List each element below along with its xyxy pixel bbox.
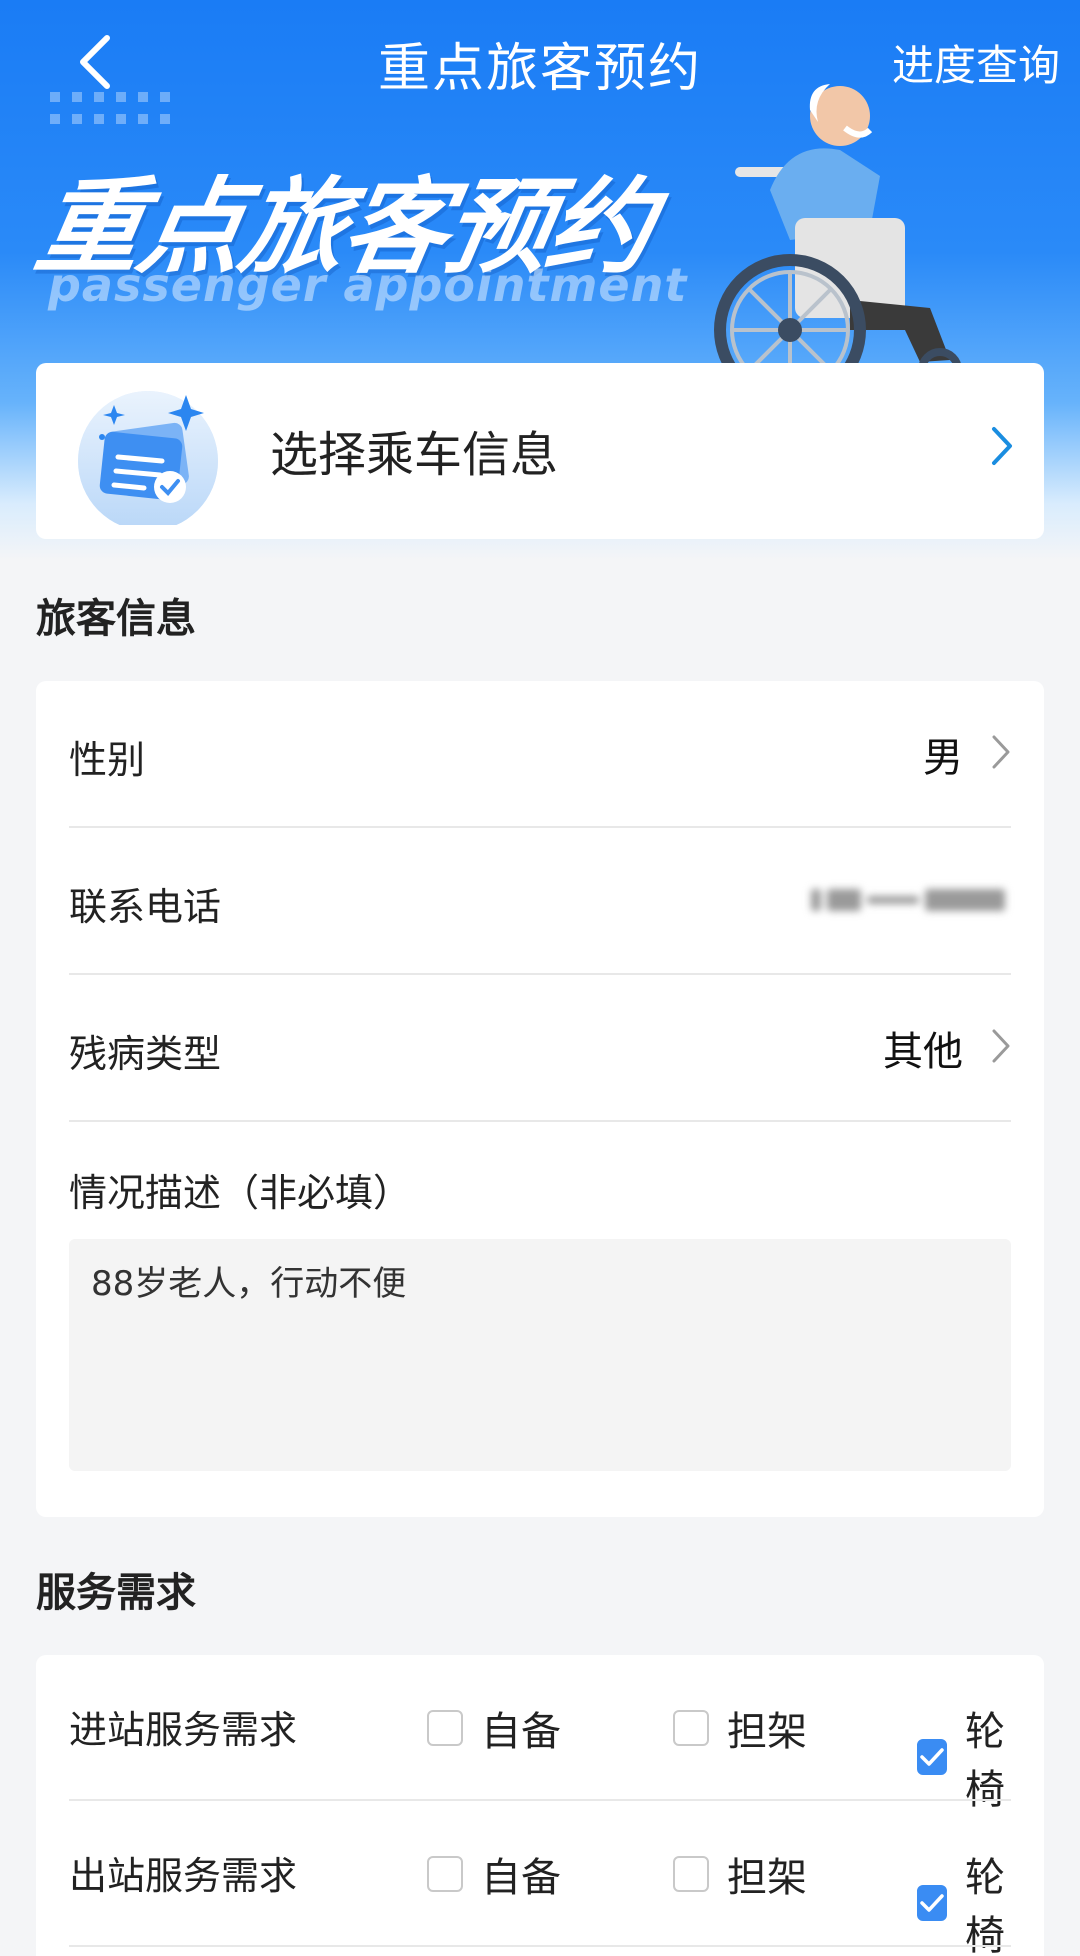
option-label: 担架: [727, 1855, 807, 1901]
checkbox-unchecked[interactable]: [673, 1856, 709, 1892]
option-label: 担架: [727, 1709, 807, 1755]
page: 重点旅客预约 进度查询 重点旅客预约 passenger appointment: [0, 0, 1080, 1956]
option-label: 自备: [481, 1709, 561, 1755]
passenger-info-section-title: 旅客信息: [36, 596, 196, 642]
outbound-stretcher-option[interactable]: 担架: [673, 1845, 807, 1903]
phone-value-blurred: [811, 878, 1011, 922]
disability-type-row[interactable]: 残病类型 其他: [69, 975, 1011, 1121]
outbound-self-option[interactable]: 自备: [427, 1845, 561, 1903]
wheelchair-passenger-illustration: [714, 84, 962, 370]
service-needs-section-title: 服务需求: [36, 1570, 196, 1616]
phone-label: 联系电话: [69, 885, 222, 929]
back-button[interactable]: [60, 22, 130, 102]
chevron-right-icon: [992, 427, 1012, 465]
check-icon: [920, 1894, 944, 1912]
description-label: 情况描述（非必填）: [69, 1171, 412, 1215]
checkbox-unchecked[interactable]: [673, 1710, 709, 1746]
chevron-right-icon: [992, 1029, 1010, 1063]
select-ride-info-card[interactable]: 选择乘车信息: [36, 363, 1044, 539]
gender-label: 性别: [69, 738, 146, 782]
inbound-self-option[interactable]: 自备: [427, 1699, 561, 1757]
inbound-service-label: 进站服务需求: [69, 1708, 298, 1752]
option-label: 轮椅: [965, 1855, 1005, 1956]
check-icon: [920, 1748, 944, 1766]
disability-type-value: 其他: [883, 1029, 963, 1075]
passenger-info-card: 性别 男 联系电话 残病类型 其他 情况描述（非必填） 88岁老人，行动不便: [36, 681, 1044, 1517]
checkbox-unchecked[interactable]: [427, 1856, 463, 1892]
divider: [69, 1945, 1011, 1947]
option-label: 自备: [481, 1855, 561, 1901]
gender-row[interactable]: 性别 男: [69, 681, 1011, 827]
select-ride-info-label: 选择乘车信息: [270, 427, 559, 483]
checkbox-checked[interactable]: [917, 1739, 947, 1775]
inbound-service-row: 进站服务需求 自备 担架 轮椅: [69, 1655, 1011, 1813]
chevron-left-icon: [80, 35, 110, 89]
hero-title-en: passenger appointment: [48, 258, 688, 312]
checkbox-unchecked[interactable]: [427, 1710, 463, 1746]
option-label: 轮椅: [965, 1709, 1005, 1813]
phone-row[interactable]: 联系电话: [69, 828, 1011, 974]
gender-value: 男: [923, 735, 963, 781]
service-needs-card: 进站服务需求 自备 担架 轮椅 出站服务需求 自备 担架 轮椅: [36, 1655, 1044, 1956]
outbound-service-row: 出站服务需求 自备 担架 轮椅: [69, 1801, 1011, 1956]
checkbox-checked[interactable]: [917, 1885, 947, 1921]
chevron-right-icon: [992, 735, 1010, 769]
disability-type-label: 残病类型: [69, 1032, 222, 1076]
outbound-service-label: 出站服务需求: [69, 1854, 298, 1898]
inbound-stretcher-option[interactable]: 担架: [673, 1699, 807, 1757]
outbound-wheelchair-option[interactable]: 轮椅: [917, 1845, 1011, 1956]
inbound-wheelchair-option[interactable]: 轮椅: [917, 1699, 1011, 1815]
ticket-info-icon: [78, 391, 218, 525]
decorative-dots: [50, 92, 170, 124]
description-textarea[interactable]: 88岁老人，行动不便: [69, 1239, 1011, 1471]
